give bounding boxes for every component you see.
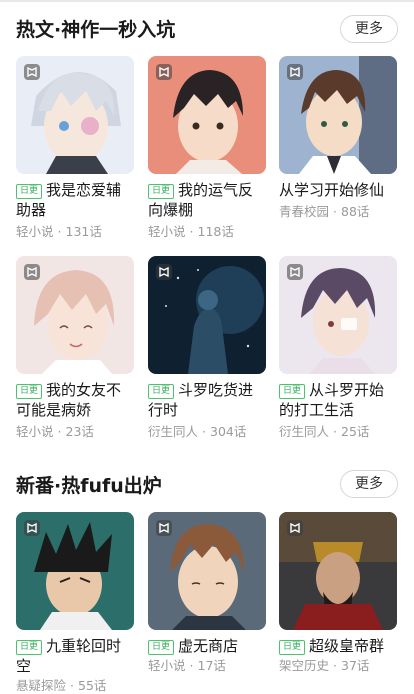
comic-title[interactable]: 从学习开始修仙 [279, 180, 397, 200]
comic-title[interactable]: 日更 我是恋爱辅助器 [16, 180, 134, 220]
book-badge-icon [287, 264, 303, 280]
comic-title[interactable]: 日更 超级皇帝群 [279, 636, 397, 656]
comic-title[interactable]: 日更 我的运气反向爆棚 [148, 180, 266, 220]
book-badge-icon [156, 64, 172, 80]
comic-meta: 轻小说 · 131话 [16, 224, 102, 239]
comic-category: 轻小说 [16, 224, 54, 239]
comic-chapters: 25话 [341, 424, 370, 439]
section-title-hot: 热文·神作一秒入坑 [16, 19, 176, 41]
comic-category: 衍生同人 [148, 424, 199, 439]
more-button-new[interactable]: 更多 [340, 470, 398, 498]
book-badge-icon [287, 64, 303, 80]
comic-cover[interactable] [16, 512, 134, 630]
daily-update-tag: 日更 [279, 384, 306, 399]
comic-chapters: 88话 [341, 204, 370, 219]
comic-category: 悬疑探险 [16, 678, 67, 693]
comic-meta: 轻小说 · 118话 [148, 224, 234, 239]
comic-title[interactable]: 日更 我的女友不可能是病娇 [16, 380, 134, 420]
comic-meta: 青春校园 · 88话 [279, 204, 370, 219]
daily-update-tag: 日更 [148, 640, 175, 655]
daily-update-tag: 日更 [148, 184, 175, 199]
book-badge-icon [24, 64, 40, 80]
comic-meta: 轻小说 · 23话 [16, 424, 94, 439]
comic-cover[interactable] [279, 512, 397, 630]
book-badge-icon [24, 520, 40, 536]
comic-chapters: 55话 [78, 678, 107, 693]
comic-chapters: 37话 [341, 658, 370, 673]
book-badge-icon [287, 520, 303, 536]
book-badge-icon [156, 520, 172, 536]
book-badge-icon [156, 264, 172, 280]
comic-chapters: 23话 [65, 424, 94, 439]
daily-update-tag: 日更 [279, 640, 306, 655]
comic-meta: 衍生同人 · 304话 [148, 424, 247, 439]
comic-category: 轻小说 [16, 424, 54, 439]
daily-update-tag: 日更 [16, 384, 43, 399]
comic-title[interactable]: 日更 斗罗吃货进行时 [148, 380, 266, 420]
comic-cover[interactable] [16, 256, 134, 374]
comic-chapters: 118话 [197, 224, 234, 239]
top-divider [0, 0, 414, 2]
daily-update-tag: 日更 [16, 640, 43, 655]
comic-cover[interactable] [148, 256, 266, 374]
comic-cover[interactable] [148, 512, 266, 630]
comic-meta: 架空历史 · 37话 [279, 658, 370, 673]
comic-category: 轻小说 [148, 658, 186, 673]
comic-title-text: 从学习开始修仙 [279, 181, 385, 199]
comic-meta: 衍生同人 · 25话 [279, 424, 370, 439]
comic-category: 青春校园 [279, 204, 330, 219]
comic-title[interactable]: 日更 九重轮回时空 [16, 636, 134, 676]
daily-update-tag: 日更 [16, 184, 43, 199]
book-badge-icon [24, 264, 40, 280]
section-title-new: 新番·热fufu出炉 [16, 475, 162, 497]
more-button-hot[interactable]: 更多 [340, 15, 398, 43]
comic-cover[interactable] [279, 56, 397, 174]
comic-meta: 轻小说 · 17话 [148, 658, 226, 673]
comic-title-text: 超级皇帝群 [309, 637, 385, 655]
comic-cover[interactable] [148, 56, 266, 174]
comic-category: 轻小说 [148, 224, 186, 239]
comic-category: 衍生同人 [279, 424, 330, 439]
comic-cover[interactable] [279, 256, 397, 374]
comic-title-text: 虚无商店 [178, 637, 239, 655]
daily-update-tag: 日更 [148, 384, 175, 399]
comic-cover[interactable] [16, 56, 134, 174]
comic-chapters: 131话 [65, 224, 102, 239]
comic-title[interactable]: 日更 从斗罗开始的打工生活 [279, 380, 397, 420]
comic-chapters: 17话 [197, 658, 226, 673]
comic-category: 架空历史 [279, 658, 330, 673]
comic-title[interactable]: 日更 虚无商店 [148, 636, 266, 656]
comic-chapters: 304话 [210, 424, 247, 439]
